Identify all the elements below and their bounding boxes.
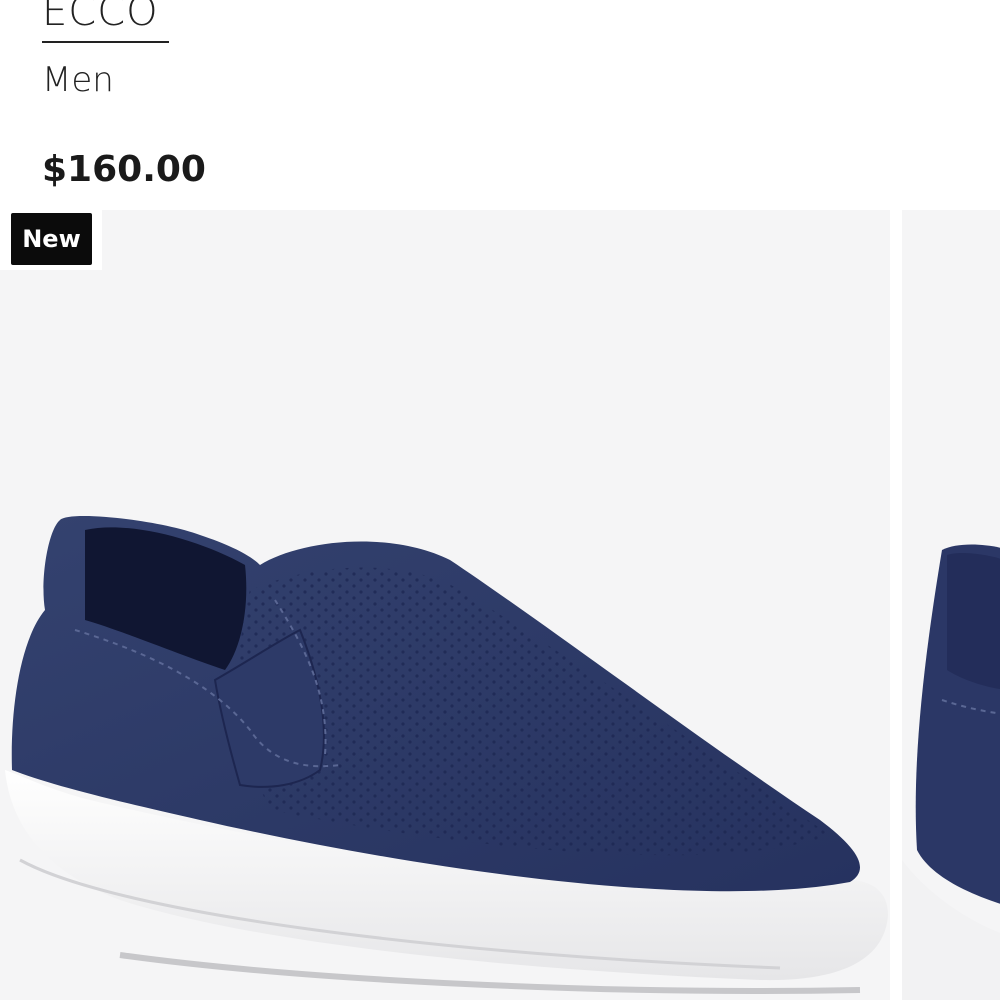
product-category: Men	[42, 60, 114, 100]
product-price: $160.00	[42, 149, 206, 190]
shoe-illustration-partial	[902, 544, 1000, 1000]
product-image-2[interactable]	[902, 210, 1000, 1000]
product-image-1[interactable]: New	[0, 210, 890, 1000]
shoe-illustration	[5, 515, 888, 994]
brand-link[interactable]: ECCO	[42, 0, 159, 40]
new-badge: New	[11, 213, 92, 265]
product-image-carousel[interactable]: New	[0, 210, 1000, 1000]
brand-underline	[42, 41, 169, 43]
